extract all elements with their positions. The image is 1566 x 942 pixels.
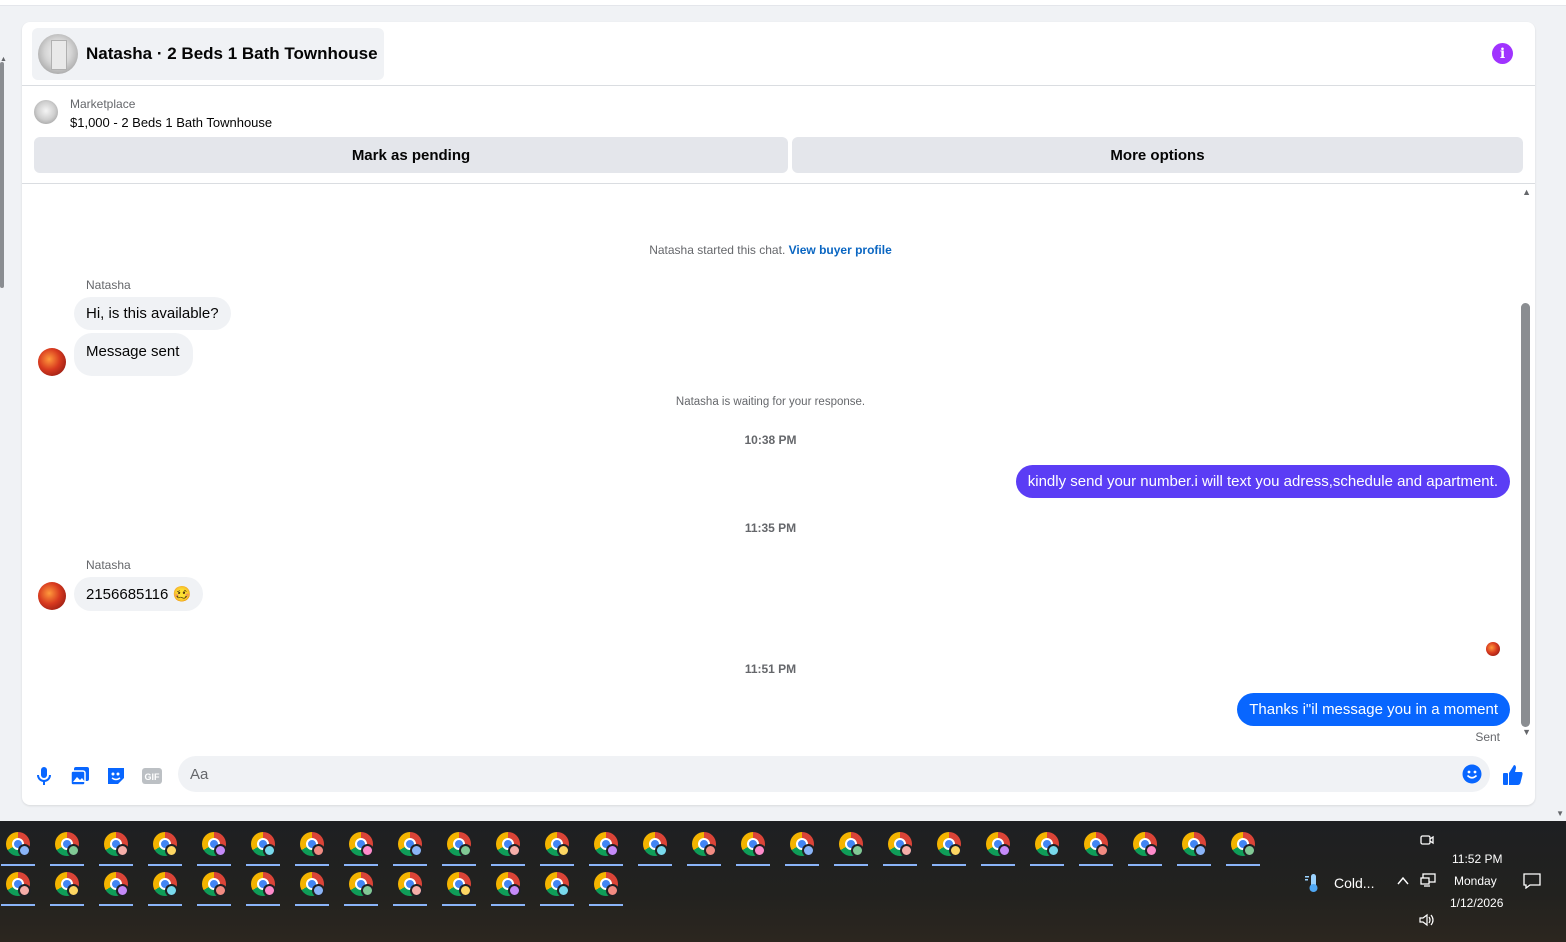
- listing-name[interactable]: $1,000 - 2 Beds 1 Bath Townhouse: [70, 115, 272, 130]
- listing-card: Marketplace $1,000 - 2 Beds 1 Bath Townh…: [22, 87, 1535, 184]
- network-icon[interactable]: [1420, 873, 1436, 890]
- outgoing-message[interactable]: kindly send your number.i will text you …: [1015, 465, 1510, 498]
- svg-text:GIF: GIF: [145, 772, 161, 782]
- chrome-taskbar-icon[interactable]: [834, 828, 868, 866]
- windows-taskbar: Cold... 11:52 PM Monday 1/12/2026: [0, 821, 1566, 942]
- chat-panel: Natasha · 2 Beds 1 Bath Townhouse i Mark…: [22, 22, 1535, 805]
- incoming-message[interactable]: Hi, is this available?: [74, 297, 231, 330]
- chrome-taskbar-icon[interactable]: [736, 828, 770, 866]
- volume-icon[interactable]: [1419, 913, 1437, 930]
- chrome-taskbar-icon[interactable]: [393, 828, 427, 866]
- chrome-taskbar-icon[interactable]: [540, 868, 574, 906]
- thread-scroll-down-arrow[interactable]: ▼: [1522, 727, 1531, 737]
- view-buyer-profile-link[interactable]: View buyer profile: [789, 243, 892, 257]
- chrome-taskbar-icon[interactable]: [295, 828, 329, 866]
- listing-thumbnail: [38, 34, 78, 74]
- chrome-taskbar-icon[interactable]: [1, 868, 35, 906]
- conversation-title: Natasha · 2 Beds 1 Bath Townhouse: [86, 44, 378, 63]
- chevron-up-icon[interactable]: [1397, 875, 1409, 889]
- sent-status: Sent: [1475, 730, 1500, 744]
- chrome-taskbar-icon[interactable]: [442, 828, 476, 866]
- sender-name: Natasha: [86, 558, 131, 572]
- listing-small-thumbnail[interactable]: [34, 100, 58, 124]
- page-scroll-down-arrow[interactable]: ▼: [1556, 809, 1564, 818]
- chrome-taskbar-icon[interactable]: [99, 828, 133, 866]
- chrome-taskbar-icon[interactable]: [148, 868, 182, 906]
- clock-date[interactable]: 1/12/2026: [1450, 896, 1503, 910]
- timestamp: 10:38 PM: [744, 433, 797, 447]
- gif-icon[interactable]: GIF: [141, 765, 163, 787]
- browser-top-strip: [0, 0, 1566, 6]
- outgoing-message[interactable]: Thanks i"il message you in a moment: [1237, 693, 1510, 726]
- chat-header: Natasha · 2 Beds 1 Bath Townhouse i: [22, 22, 1535, 86]
- chrome-taskbar-icon[interactable]: [883, 828, 917, 866]
- chrome-taskbar-icon[interactable]: [687, 828, 721, 866]
- listing-source: Marketplace: [70, 97, 136, 111]
- chrome-taskbar-icon[interactable]: [50, 828, 84, 866]
- chrome-taskbar-icon[interactable]: [246, 828, 280, 866]
- chrome-taskbar-icon[interactable]: [785, 828, 819, 866]
- thread-scroll-up-arrow[interactable]: ▲: [1522, 187, 1531, 197]
- chrome-taskbar-icon[interactable]: [589, 828, 623, 866]
- info-icon[interactable]: i: [1492, 43, 1513, 64]
- meet-now-icon[interactable]: [1420, 833, 1434, 850]
- message-composer: GIF: [22, 755, 1535, 805]
- microphone-icon[interactable]: [33, 765, 55, 787]
- incoming-message[interactable]: Message sent: [74, 333, 194, 376]
- thread-scrollbar-thumb[interactable]: [1521, 303, 1530, 727]
- photo-icon[interactable]: [69, 765, 91, 787]
- notifications-icon[interactable]: [1523, 873, 1541, 892]
- message-input[interactable]: [190, 756, 1450, 792]
- chrome-taskbar-icon[interactable]: [344, 868, 378, 906]
- conversation-title-button[interactable]: Natasha · 2 Beds 1 Bath Townhouse: [32, 28, 384, 80]
- incoming-message[interactable]: 2156685116 🥴: [74, 577, 204, 611]
- weather-thermometer-icon[interactable]: [1302, 872, 1324, 897]
- chrome-taskbar-icon[interactable]: [1, 828, 35, 866]
- chrome-taskbar-icon[interactable]: [1177, 828, 1211, 866]
- chrome-taskbar-icon[interactable]: [295, 868, 329, 906]
- clock-day[interactable]: Monday: [1454, 874, 1497, 888]
- chrome-taskbar-icon[interactable]: [1030, 828, 1064, 866]
- chrome-taskbar-icon[interactable]: [442, 868, 476, 906]
- chrome-taskbar-icon[interactable]: [1128, 828, 1162, 866]
- emoji-icon[interactable]: [1462, 764, 1482, 784]
- clock-time[interactable]: 11:52 PM: [1452, 852, 1502, 866]
- chrome-taskbar-icon[interactable]: [638, 828, 672, 866]
- chrome-taskbar-icon[interactable]: [981, 828, 1015, 866]
- sender-name: Natasha: [86, 278, 131, 292]
- chrome-taskbar-icon[interactable]: [932, 828, 966, 866]
- timestamp: 11:35 PM: [744, 521, 797, 535]
- chat-started-text: Natasha started this chat.: [649, 243, 786, 257]
- chrome-taskbar-icon[interactable]: [491, 868, 525, 906]
- chrome-taskbar-icon[interactable]: [197, 828, 231, 866]
- chrome-taskbar-icon[interactable]: [393, 868, 427, 906]
- chrome-taskbar-icon[interactable]: [1226, 828, 1260, 866]
- mark-as-pending-button[interactable]: Mark as pending: [34, 137, 788, 173]
- chrome-taskbar-icon[interactable]: [197, 868, 231, 906]
- chrome-taskbar-icon[interactable]: [540, 828, 574, 866]
- sticker-icon[interactable]: [105, 765, 127, 787]
- more-options-button[interactable]: More options: [792, 137, 1523, 173]
- chrome-taskbar-icon[interactable]: [589, 868, 623, 906]
- chrome-taskbar-icon[interactable]: [344, 828, 378, 866]
- seen-by-avatar: [1486, 642, 1500, 656]
- chrome-taskbar-icon[interactable]: [246, 868, 280, 906]
- message-input-container[interactable]: [178, 756, 1490, 792]
- natasha-avatar[interactable]: [38, 348, 66, 376]
- like-thumb-icon[interactable]: [1501, 763, 1525, 787]
- timestamp: 11:51 PM: [744, 662, 797, 676]
- chrome-taskbar-icon[interactable]: [148, 828, 182, 866]
- chrome-taskbar-icon[interactable]: [1079, 828, 1113, 866]
- chat-started-line: Natasha started this chat. View buyer pr…: [22, 243, 1519, 257]
- waiting-response-text: Natasha is waiting for your response.: [675, 396, 866, 408]
- message-thread[interactable]: ▲ ▼ Natasha started this chat. View buye…: [22, 185, 1535, 755]
- natasha-avatar[interactable]: [38, 582, 66, 610]
- left-scrollbar[interactable]: [0, 62, 4, 288]
- weather-text[interactable]: Cold...: [1334, 875, 1374, 891]
- chrome-taskbar-icon[interactable]: [99, 868, 133, 906]
- chrome-taskbar-icon[interactable]: [50, 868, 84, 906]
- chrome-taskbar-icon[interactable]: [491, 828, 525, 866]
